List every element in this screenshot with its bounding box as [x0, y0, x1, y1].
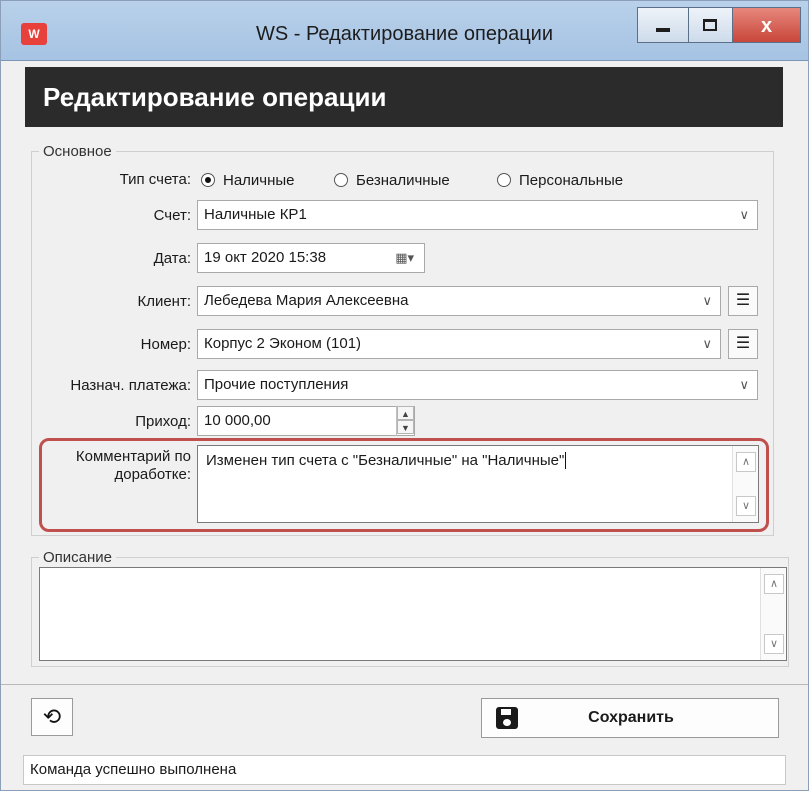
date-picker[interactable]: 19 окт 2020 15:38 ▦▾ — [197, 243, 425, 273]
status-bar: Команда успешно выполнена — [23, 755, 786, 785]
radio-noncash[interactable]: Безналичные — [334, 171, 450, 191]
room-value: Корпус 2 Эконом (101) — [204, 335, 362, 352]
footer-divider — [1, 684, 808, 685]
account-label: Счет: — [153, 207, 191, 224]
purpose-select[interactable]: Прочие поступления ∨ — [197, 370, 758, 400]
history-icon: ⟲ — [42, 704, 62, 729]
scroll-up-icon[interactable]: ∧ — [764, 574, 784, 594]
scroll-down-icon[interactable]: ∨ — [736, 496, 756, 516]
maximize-icon — [703, 19, 717, 31]
calendar-icon[interactable]: ▦▾ — [395, 244, 414, 272]
account-select[interactable]: Наличные КР1 ∨ — [197, 200, 758, 230]
description-group-title: Описание — [39, 549, 117, 566]
room-label: Номер: — [140, 336, 191, 353]
client-list-button[interactable]: ☰ — [728, 286, 758, 316]
title-bar[interactable]: W WS - Редактирование операции x — [1, 1, 808, 61]
comment-label-line2: доработке: — [114, 466, 192, 483]
chevron-down-icon: ∨ — [739, 207, 749, 222]
spin-down-icon[interactable]: ▼ — [397, 420, 414, 434]
minimize-button[interactable] — [637, 7, 689, 43]
page-header: Редактирование операции — [25, 67, 783, 127]
close-icon: x — [760, 15, 773, 37]
date-label: Дата: — [153, 250, 191, 267]
room-list-button[interactable]: ☰ — [728, 329, 758, 359]
radio-personal[interactable]: Персональные — [497, 171, 623, 191]
chevron-down-icon: ∨ — [702, 293, 712, 308]
radio-checked-icon — [201, 173, 215, 187]
radio-unchecked-icon — [334, 173, 348, 187]
list-icon: ☰ — [735, 335, 751, 352]
description-scrollbar[interactable]: ∧ ∨ — [760, 568, 786, 660]
chevron-down-icon: ∨ — [739, 377, 749, 392]
maximize-button[interactable] — [689, 7, 733, 43]
client-label: Клиент: — [137, 293, 191, 310]
date-value: 19 окт 2020 15:38 — [204, 249, 327, 266]
purpose-value: Прочие поступления — [204, 376, 349, 393]
room-select[interactable]: Корпус 2 Эконом (101) ∨ — [197, 329, 721, 359]
comment-value: Изменен тип счета с "Безналичные" на "На… — [206, 452, 565, 469]
close-button[interactable]: x — [733, 7, 801, 43]
income-input[interactable]: 10 000,00 — [197, 406, 415, 436]
scroll-up-icon[interactable]: ∧ — [736, 452, 756, 472]
list-icon: ☰ — [735, 292, 751, 309]
save-button-label: Сохранить — [588, 709, 674, 726]
comment-label: Комментарий по доработке: — [49, 448, 191, 484]
radio-noncash-label: Безналичные — [356, 172, 450, 189]
radio-cash-label: Наличные — [223, 172, 295, 189]
purpose-label: Назнач. платежа: — [70, 377, 191, 394]
client-value: Лебедева Мария Алексеевна — [204, 292, 409, 309]
history-button[interactable]: ⟲ — [31, 698, 73, 736]
minimize-icon — [656, 28, 670, 32]
comment-textarea[interactable]: Изменен тип счета с "Безналичные" на "На… — [197, 445, 759, 523]
main-group-title: Основное — [39, 143, 116, 160]
income-spinner[interactable]: ▲ ▼ — [396, 406, 414, 436]
comment-label-line1: Комментарий по — [75, 448, 191, 465]
income-label: Приход: — [135, 413, 191, 430]
radio-personal-label: Персональные — [519, 172, 624, 189]
account-type-label: Тип счета: — [119, 171, 191, 188]
description-textarea[interactable]: ∧ ∨ — [39, 567, 787, 661]
spin-up-icon[interactable]: ▲ — [397, 406, 414, 420]
text-cursor — [565, 452, 567, 469]
income-value: 10 000,00 — [204, 412, 271, 429]
save-button[interactable]: Сохранить — [481, 698, 779, 738]
comment-scrollbar[interactable]: ∧ ∨ — [732, 446, 758, 522]
account-value: Наличные КР1 — [204, 206, 307, 223]
chevron-down-icon: ∨ — [702, 336, 712, 351]
app-window: W WS - Редактирование операции x Редакти… — [0, 0, 809, 791]
scroll-down-icon[interactable]: ∨ — [764, 634, 784, 654]
client-select[interactable]: Лебедева Мария Алексеевна ∨ — [197, 286, 721, 316]
radio-unchecked-icon — [497, 173, 511, 187]
radio-cash[interactable]: Наличные — [201, 171, 295, 191]
